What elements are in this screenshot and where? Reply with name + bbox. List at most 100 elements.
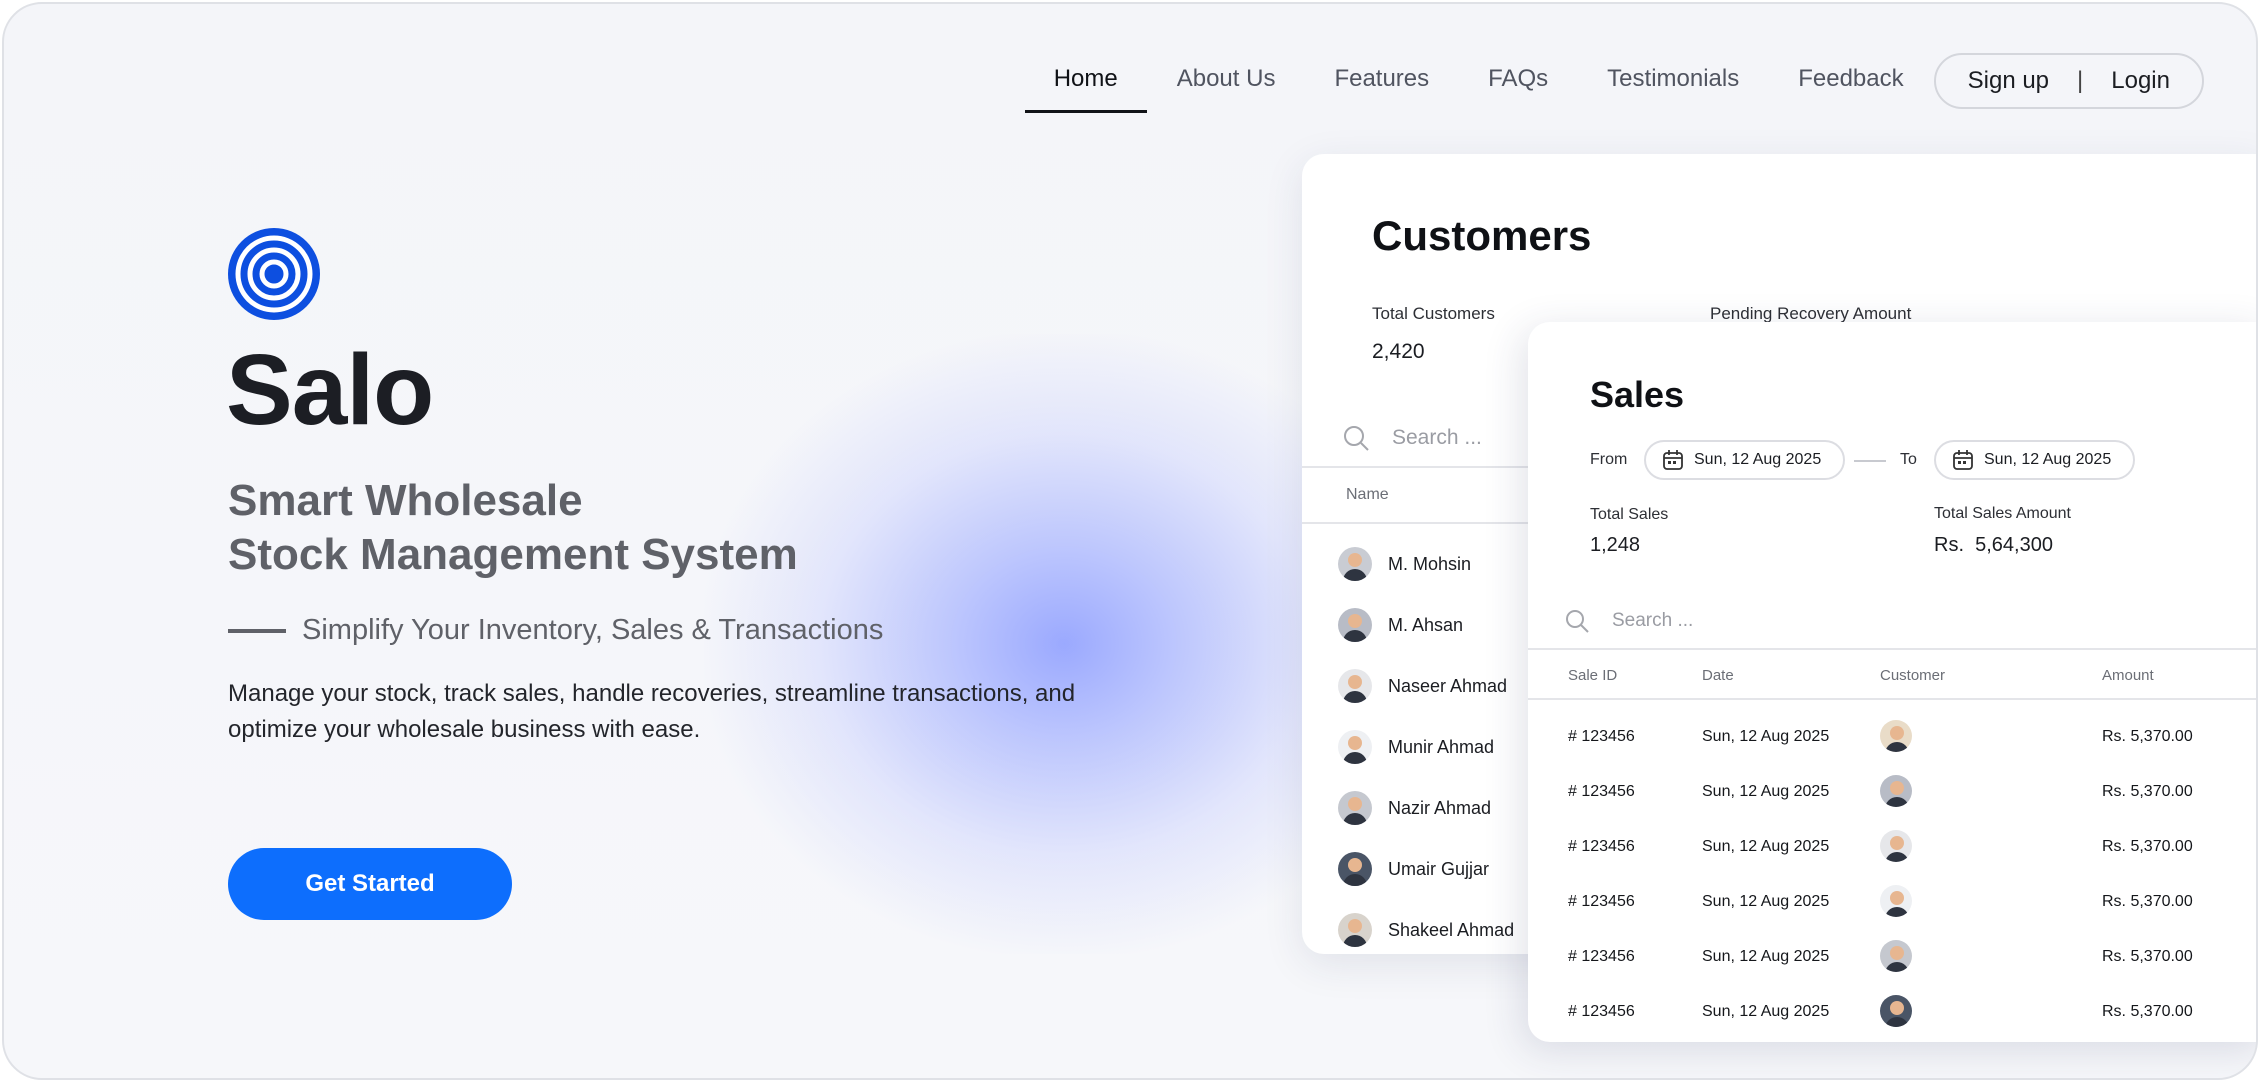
to-date-value: Sun, 12 Aug 2025 [1984,451,2112,468]
name-column-header: Name [1346,486,1389,503]
sale-date-cell: Sun, 12 Aug 2025 [1702,728,1830,745]
auth-separator: | [2077,66,2084,94]
total-customers-value: 2,420 [1372,340,1425,363]
tagline-line-1: Smart Wholesale [228,476,583,525]
avatar [1338,608,1372,642]
total-sales-amount-value: Rs. 5,64,300 [1934,534,2053,556]
calendar-icon [1663,450,1683,470]
total-customers-label: Total Customers [1372,304,1495,323]
nav-feedback[interactable]: Feedback [1798,48,1903,113]
from-label: From [1590,451,1628,468]
to-date-picker[interactable]: Sun, 12 Aug 2025 [1934,440,2136,480]
table-row[interactable]: # 123456 Sun, 12 Aug 2025 Rs. 5,370.00 [1528,938,2256,978]
customers-search[interactable]: Search ... [1342,424,1482,452]
auth-pill: Sign up | Login [1933,52,2204,109]
nav-home[interactable]: Home [1024,48,1147,113]
customer-column-header: Customer [1880,667,1946,684]
avatar [1338,852,1372,886]
avatar [1880,775,1912,807]
sale-amount-cell: Rs. 5,370.00 [2102,728,2193,745]
list-item[interactable]: Munir Ahmad [1338,730,1494,764]
from-date-picker[interactable]: Sun, 12 Aug 2025 [1644,440,1846,480]
customer-name: Naseer Ahmad [1388,675,1508,696]
sale-amount-cell: Rs. 5,370.00 [2102,893,2193,910]
avatar [1880,830,1912,862]
customer-name: Shakeel Ahmad [1388,919,1515,940]
search-icon [1344,426,1369,451]
list-item[interactable]: Umair Gujjar [1338,852,1489,886]
calendar-icon [1953,450,1973,470]
date-range-connector [1854,460,1886,462]
avatar [1338,547,1372,581]
sale-date-cell: Sun, 12 Aug 2025 [1702,893,1830,910]
sale-id-cell: # 123456 [1568,948,1635,965]
top-nav: Home About Us Features FAQs Testimonials… [1024,48,2204,113]
nav-about-us[interactable]: About Us [1177,48,1276,113]
avatar [1880,995,1912,1027]
subtitle-text: Simplify Your Inventory, Sales & Transac… [302,614,884,646]
sale-date-cell: Sun, 12 Aug 2025 [1702,783,1830,800]
avatar [1338,730,1372,764]
sale-id-cell: # 123456 [1568,1003,1635,1020]
avatar [1338,791,1372,825]
sale-amount-cell: Rs. 5,370.00 [2102,838,2193,855]
customers-title: Customers [1372,212,1592,259]
list-item[interactable]: M. Mohsin [1338,547,1471,581]
list-item[interactable]: M. Ahsan [1338,608,1463,642]
subtitle-dash [228,628,286,633]
salo-logo-icon [228,228,320,320]
sale-id-cell: # 123456 [1568,783,1635,800]
total-sales-label: Total Sales [1590,506,1669,523]
hero-tagline: Smart Wholesale Stock Management System [228,474,798,582]
from-date-value: Sun, 12 Aug 2025 [1694,451,1822,468]
customers-search-placeholder: Search ... [1392,426,1482,449]
avatar [1338,669,1372,703]
sale-date-cell: Sun, 12 Aug 2025 [1702,838,1830,855]
sales-header-divider [1528,698,2256,700]
sales-divider [1528,648,2256,650]
sales-search-placeholder: Search ... [1612,610,1694,631]
sale-date-cell: Sun, 12 Aug 2025 [1702,948,1830,965]
sales-card: Sales From Sun, 12 Aug 2025 To Sun, 12 A… [1528,322,2256,1042]
customer-name: M. Ahsan [1388,614,1464,635]
table-row[interactable]: # 123456 Sun, 12 Aug 2025 Rs. 5,370.00 [1528,828,2256,868]
customer-name: Munir Ahmad [1388,736,1495,757]
customer-name: Nazir Ahmad [1388,797,1492,818]
avatar [1880,885,1912,917]
sales-search[interactable]: Search ... [1564,608,1693,634]
avatar [1880,940,1912,972]
hero-subtitle: Simplify Your Inventory, Sales & Transac… [228,614,883,647]
avatar [1880,720,1912,752]
tagline-line-2: Stock Management System [228,530,798,579]
total-sales-amount-label: Total Sales Amount [1934,505,2071,522]
table-row[interactable]: # 123456 Sun, 12 Aug 2025 Rs. 5,370.00 [1528,773,2256,813]
sale-amount-cell: Rs. 5,370.00 [2102,1003,2193,1020]
avatar [1338,913,1372,947]
nav-faqs[interactable]: FAQs [1488,48,1548,113]
get-started-button[interactable]: Get Started [228,848,512,920]
sales-title: Sales [1590,374,1685,415]
sale-date-cell: Sun, 12 Aug 2025 [1702,1003,1830,1020]
table-row[interactable]: # 123456 Sun, 12 Aug 2025 Rs. 5,370.00 [1528,993,2256,1033]
nav-features[interactable]: Features [1334,48,1429,113]
list-item[interactable]: Shakeel Ahmad [1338,913,1514,947]
list-item[interactable]: Nazir Ahmad [1338,791,1491,825]
list-item[interactable]: Naseer Ahmad [1338,669,1507,703]
date-column-header: Date [1702,667,1734,684]
pending-recovery-label: Pending Recovery Amount [1710,304,1912,323]
customer-name: M. Mohsin [1388,553,1472,574]
signup-button[interactable]: Sign up [1968,67,2049,95]
sale-id-cell: # 123456 [1568,728,1635,745]
sale-amount-cell: Rs. 5,370.00 [2102,948,2193,965]
brand-name: Salo [226,334,434,446]
amount-column-header: Amount [2102,667,2154,684]
hero-description: Manage your stock, track sales, handle r… [228,680,1076,743]
table-row[interactable]: # 123456 Sun, 12 Aug 2025 Rs. 5,370.00 [1528,883,2256,923]
sale-id-cell: # 123456 [1568,838,1635,855]
landing-page: Home About Us Features FAQs Testimonials… [2,2,2258,1080]
to-label: To [1900,451,1917,468]
login-button[interactable]: Login [2111,67,2170,95]
table-row[interactable]: # 123456 Sun, 12 Aug 2025 Rs. 5,370.00 [1528,718,2256,758]
nav-testimonials[interactable]: Testimonials [1607,48,1739,113]
sale-id-cell: # 123456 [1568,893,1635,910]
